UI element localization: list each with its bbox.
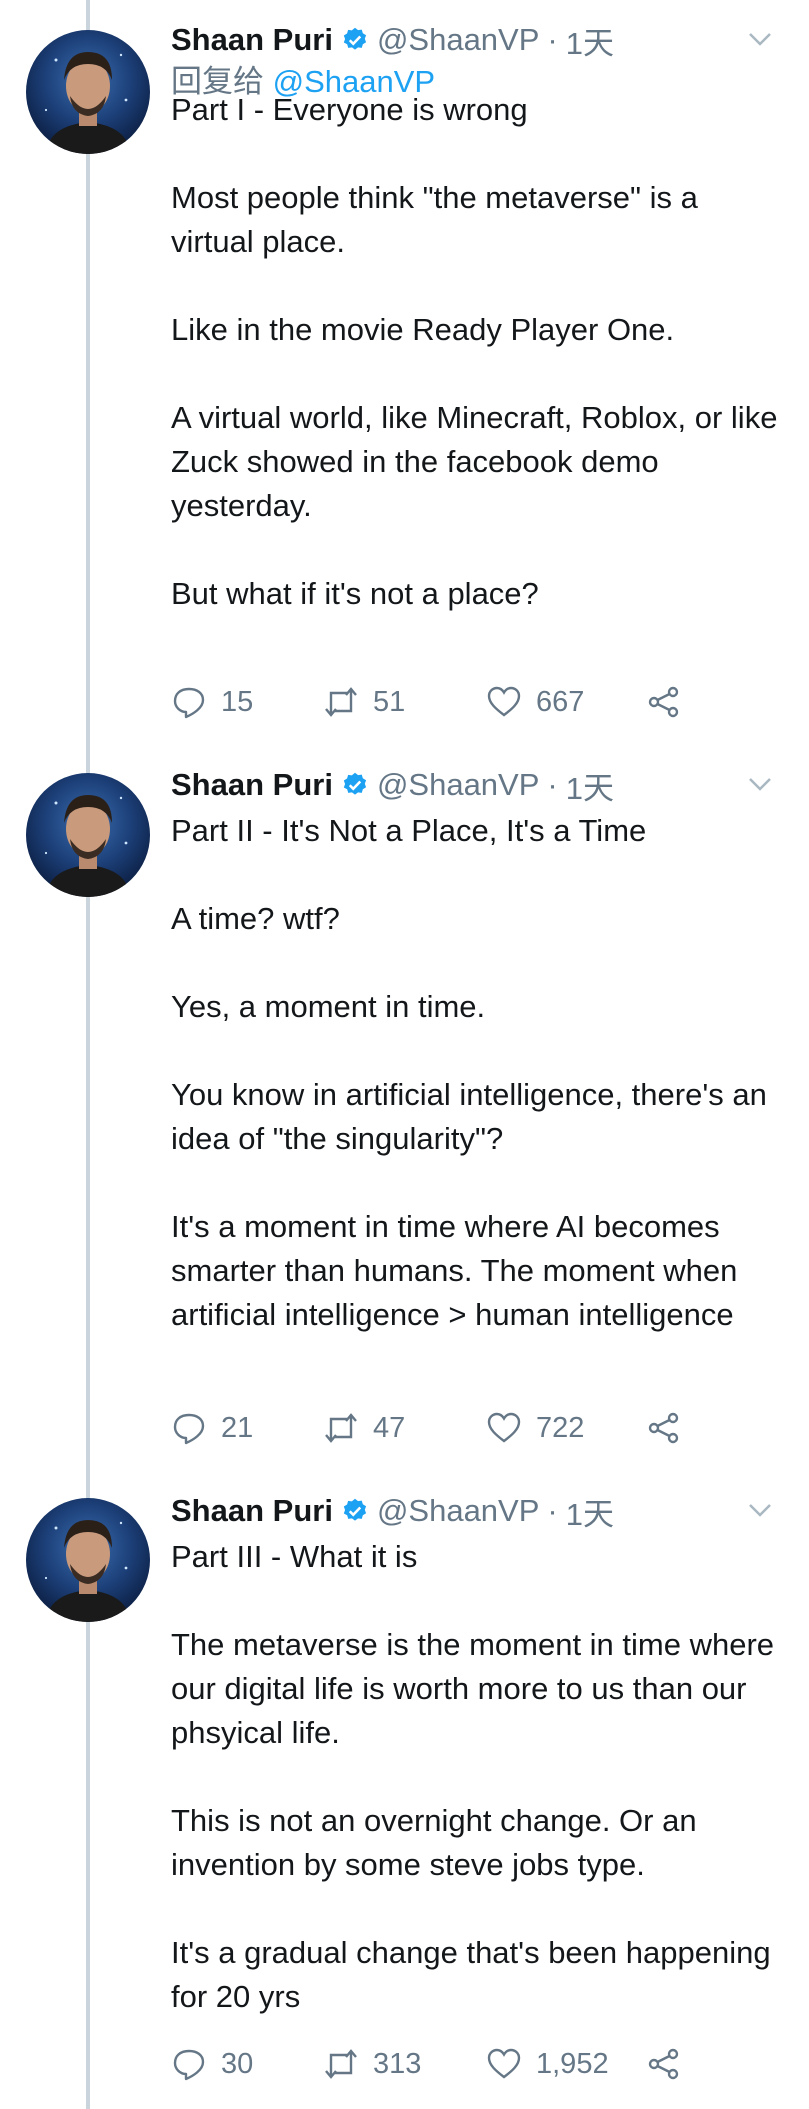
reply-button[interactable]: 30 [171, 2046, 323, 2082]
share-button[interactable] [646, 1410, 682, 1446]
reply-icon [173, 1413, 205, 1445]
separator-dot: · [547, 22, 558, 57]
like-count: 667 [536, 685, 585, 718]
timestamp[interactable]: 1天 [566, 1489, 614, 1534]
action-bar: 21 47 722 [171, 1408, 682, 1448]
separator-dot: · [547, 767, 558, 802]
tweet-body: Part III - What it is The metaverse is t… [171, 1535, 786, 2019]
retweet-count: 47 [373, 1411, 406, 1444]
tweet-paragraph: Part III - What it is [171, 1539, 418, 1574]
heart-icon [487, 1412, 521, 1443]
retweet-button[interactable]: 51 [323, 684, 486, 720]
share-button[interactable] [646, 2046, 682, 2082]
reply-button[interactable]: 15 [171, 684, 323, 720]
share-icon [648, 1412, 679, 1444]
reply-icon [173, 2049, 205, 2081]
author-handle[interactable]: @ShaanVP [377, 1493, 539, 1529]
chevron-down-icon[interactable] [745, 769, 775, 799]
tweet-paragraph: Yes, a moment in time. [171, 989, 486, 1024]
avatar[interactable] [26, 773, 150, 897]
verified-badge-icon [341, 1497, 369, 1525]
heart-icon [487, 2048, 521, 2079]
author-name[interactable]: Shaan Puri [171, 22, 333, 58]
separator-dot: · [547, 1493, 558, 1528]
author-handle[interactable]: @ShaanVP [377, 22, 539, 58]
tweet-paragraph: A virtual world, like Minecraft, Roblox,… [171, 400, 778, 523]
author-name[interactable]: Shaan Puri [171, 1493, 333, 1529]
share-icon [648, 686, 679, 718]
retweet-icon [325, 2049, 357, 2079]
action-bar: 15 51 667 [171, 682, 682, 722]
verified-badge-icon [341, 26, 369, 54]
tweet-paragraph: Like in the movie Ready Player One. [171, 312, 675, 347]
like-count: 1,952 [536, 2047, 609, 2080]
reply-button[interactable]: 21 [171, 1410, 323, 1446]
tweet-paragraph: The metaverse is the moment in time wher… [171, 1627, 775, 1750]
reply-icon [173, 687, 205, 719]
tweet-paragraph: Part I - Everyone is wrong [171, 92, 528, 127]
tweet-paragraph: Part II - It's Not a Place, It's a Time [171, 813, 647, 848]
share-icon [648, 2048, 679, 2080]
reply-count: 30 [221, 2047, 254, 2080]
tweet-header: Shaan Puri @ShaanVP · 1天 [171, 763, 614, 808]
timestamp[interactable]: 1天 [566, 763, 614, 808]
tweet-body: Part II - It's Not a Place, It's a Time … [171, 809, 786, 1337]
like-button[interactable]: 1,952 [486, 2046, 646, 2082]
like-button[interactable]: 722 [486, 1410, 646, 1446]
retweet-count: 313 [373, 2047, 422, 2080]
tweet-header: Shaan Puri @ShaanVP · 1天 [171, 18, 614, 63]
timestamp[interactable]: 1天 [566, 18, 614, 63]
reply-count: 21 [221, 1411, 254, 1444]
chevron-down-icon[interactable] [745, 24, 775, 54]
avatar[interactable] [26, 30, 150, 154]
chevron-down-icon[interactable] [745, 1495, 775, 1525]
tweet-paragraph: It's a moment in time where AI becomes s… [171, 1209, 738, 1332]
author-handle[interactable]: @ShaanVP [377, 767, 539, 803]
retweet-button[interactable]: 47 [323, 1410, 486, 1446]
retweet-button[interactable]: 313 [323, 2046, 486, 2082]
retweet-count: 51 [373, 685, 406, 718]
tweet-paragraph: A time? wtf? [171, 901, 340, 936]
like-count: 722 [536, 1411, 585, 1444]
author-name[interactable]: Shaan Puri [171, 767, 333, 803]
tweet-header: Shaan Puri @ShaanVP · 1天 [171, 1489, 614, 1534]
action-bar: 30 313 1,952 [171, 2044, 682, 2084]
like-button[interactable]: 667 [486, 684, 646, 720]
tweet-paragraph: It's a gradual change that's been happen… [171, 1935, 771, 2014]
tweet-paragraph: This is not an overnight change. Or an i… [171, 1803, 697, 1882]
heart-icon [487, 686, 521, 717]
reply-count: 15 [221, 685, 254, 718]
avatar[interactable] [26, 1498, 150, 1622]
tweet-paragraph: Most people think "the metaverse" is a v… [171, 180, 698, 259]
share-button[interactable] [646, 684, 682, 720]
tweet-paragraph: But what if it's not a place? [171, 576, 539, 611]
thread-connector-line [86, 0, 90, 2109]
retweet-icon [325, 1413, 357, 1443]
retweet-icon [325, 687, 357, 717]
tweet-body: Part I - Everyone is wrong Most people t… [171, 88, 786, 616]
tweet-paragraph: You know in artificial intelligence, the… [171, 1077, 767, 1156]
verified-badge-icon [341, 771, 369, 799]
